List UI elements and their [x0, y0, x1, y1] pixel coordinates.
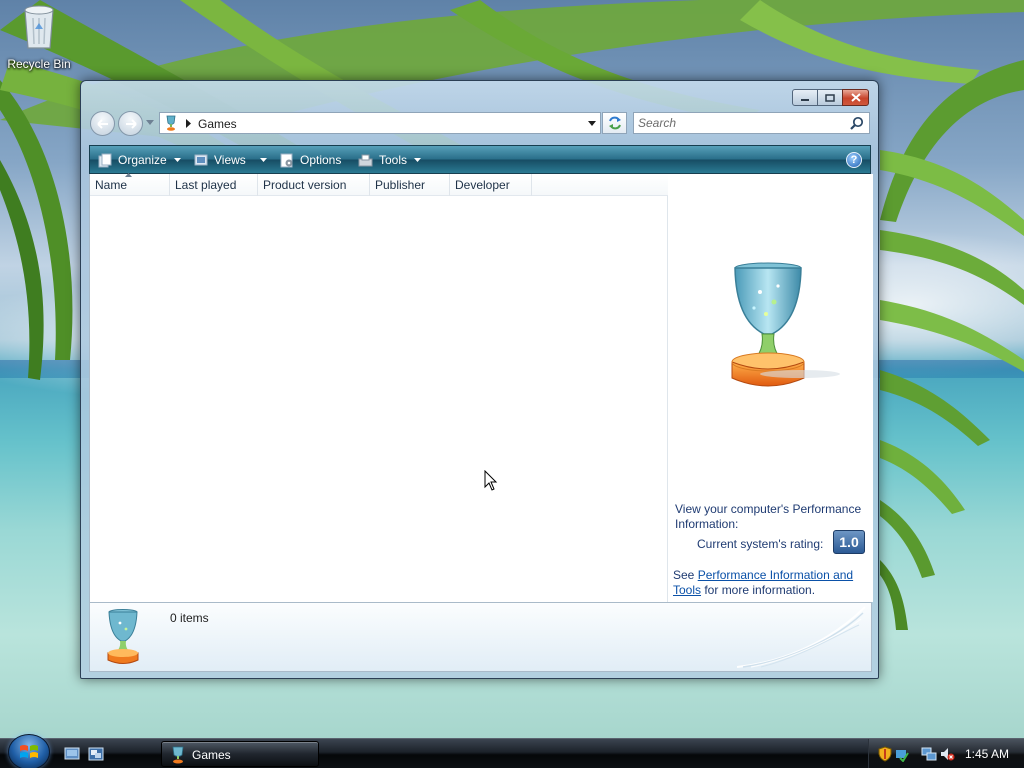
- tools-button[interactable]: Tools: [358, 151, 422, 169]
- maximize-button[interactable]: [817, 89, 843, 106]
- games-trophy-large-icon: [731, 262, 840, 387]
- details-pane: 0 items: [89, 602, 872, 672]
- column-header-product-version[interactable]: Product version: [258, 174, 370, 196]
- recent-pages-chevron-icon[interactable]: [146, 120, 154, 126]
- chevron-down-icon: [259, 158, 267, 162]
- refresh-button[interactable]: [602, 112, 627, 134]
- volume-muted-icon[interactable]: [939, 746, 955, 762]
- recycle-bin-icon: [24, 5, 54, 49]
- column-header-name[interactable]: Name: [90, 173, 170, 196]
- games-list-pane[interactable]: Name Last played Product version Publish…: [90, 173, 668, 602]
- recycle-bin-label: Recycle Bin: [7, 57, 71, 71]
- show-desktop-icon[interactable]: [64, 746, 80, 762]
- help-button[interactable]: ?: [846, 152, 862, 168]
- notification-area: 1:45 AM: [868, 739, 1024, 768]
- refresh-icon: [608, 116, 621, 130]
- back-button[interactable]: [90, 111, 115, 136]
- performance-prompt: View your computer's Performance Informa…: [675, 502, 862, 531]
- search-icon[interactable]: [850, 116, 864, 130]
- address-dropdown-icon[interactable]: [588, 121, 596, 126]
- minimize-button[interactable]: [792, 89, 818, 106]
- taskbar-button-label: Games: [192, 748, 231, 762]
- rating-badge[interactable]: 1.0: [833, 530, 865, 554]
- taskbar: Games 1:45 AM: [0, 734, 1024, 768]
- views-label: Views: [214, 153, 246, 167]
- organize-icon: [98, 153, 112, 167]
- navigation-row: Games: [89, 111, 870, 136]
- minimize-icon: [801, 98, 809, 101]
- mouse-cursor-icon: [484, 470, 498, 491]
- sort-ascending-icon: [125, 173, 132, 177]
- tools-label: Tools: [379, 153, 408, 167]
- views-icon: [194, 154, 208, 166]
- games-trophy-icon: [166, 115, 176, 131]
- command-bar: Organize Views Options Tools ?: [89, 145, 871, 174]
- organize-label: Organize: [118, 153, 167, 167]
- caption-buttons: [792, 89, 869, 106]
- items-count: 0 items: [170, 611, 209, 625]
- see-prefix: See: [673, 568, 698, 582]
- start-button[interactable]: [8, 734, 50, 768]
- decorative-swoosh: [737, 606, 866, 668]
- options-button[interactable]: Options: [280, 151, 341, 169]
- chevron-down-icon: [173, 158, 181, 162]
- close-icon: [850, 93, 861, 102]
- network-icon[interactable]: [921, 746, 937, 762]
- clock[interactable]: 1:45 AM: [965, 747, 1009, 761]
- windows-logo-icon: [20, 745, 38, 758]
- close-button[interactable]: [842, 89, 869, 106]
- column-header-developer[interactable]: Developer: [450, 174, 532, 196]
- security-shield-icon[interactable]: [878, 746, 892, 762]
- back-arrow-icon: [96, 118, 108, 129]
- forward-button[interactable]: [118, 111, 143, 136]
- search-box[interactable]: [633, 112, 870, 134]
- update-icon[interactable]: [895, 746, 909, 762]
- search-input[interactable]: [634, 113, 844, 133]
- breadcrumb-arrow-icon[interactable]: [186, 119, 192, 128]
- address-bar[interactable]: Games: [159, 112, 601, 134]
- switch-windows-icon[interactable]: [88, 746, 104, 762]
- see-performance-text: See Performance Information and Tools fo…: [673, 568, 871, 598]
- chevron-down-icon: [414, 158, 422, 162]
- preview-pane: View your computer's Performance Informa…: [668, 174, 873, 602]
- column-header-publisher[interactable]: Publisher: [370, 174, 450, 196]
- rating-label: Current system's rating:: [697, 537, 824, 551]
- maximize-icon: [825, 93, 835, 102]
- content-area: Name Last played Product version Publish…: [89, 173, 873, 602]
- options-icon: [280, 153, 293, 167]
- desktop-icon-recycle-bin[interactable]: Recycle Bin: [6, 2, 72, 71]
- tools-icon: [358, 154, 373, 167]
- breadcrumb-games[interactable]: Games: [198, 117, 237, 131]
- taskbar-button-games[interactable]: Games: [161, 741, 319, 767]
- forward-arrow-icon: [125, 118, 137, 129]
- options-label: Options: [300, 153, 342, 167]
- views-button[interactable]: Views: [194, 151, 267, 169]
- games-window[interactable]: Games Organize Views: [80, 80, 879, 679]
- see-suffix: for more information.: [701, 583, 816, 597]
- games-trophy-icon: [172, 746, 184, 764]
- column-header-last-played[interactable]: Last played: [170, 174, 258, 196]
- games-trophy-icon: [107, 609, 139, 664]
- organize-button[interactable]: Organize: [98, 151, 181, 169]
- column-headers: Name Last played Product version Publish…: [90, 173, 668, 196]
